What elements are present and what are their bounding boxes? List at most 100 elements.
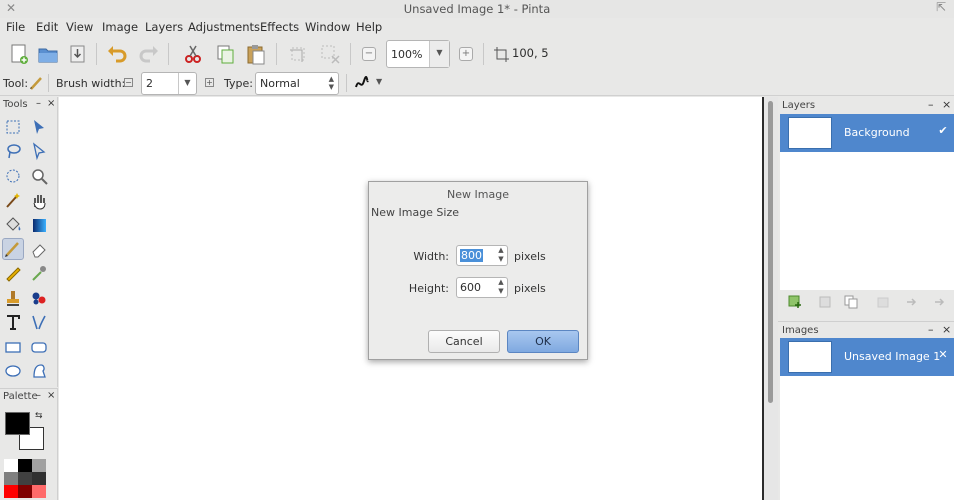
swap-colors-icon[interactable]: ⇆ bbox=[35, 411, 43, 421]
increase-width-button[interactable]: + bbox=[205, 78, 214, 87]
eraser-tool[interactable] bbox=[28, 238, 50, 260]
scrollbar-thumb[interactable] bbox=[768, 101, 773, 403]
close-icon[interactable]: × bbox=[942, 98, 951, 111]
cursor-position-icon bbox=[488, 41, 514, 67]
copy-icon[interactable] bbox=[212, 41, 238, 67]
text-tool[interactable] bbox=[2, 311, 24, 333]
paintbrush-tool[interactable] bbox=[2, 238, 24, 260]
close-icon[interactable]: × bbox=[47, 390, 55, 401]
lasso-select-tool[interactable] bbox=[2, 140, 24, 162]
palette-swatch[interactable] bbox=[4, 472, 18, 485]
vertical-scrollbar[interactable] bbox=[764, 97, 778, 500]
decrease-width-button[interactable]: − bbox=[124, 78, 133, 87]
minimize-icon[interactable]: – bbox=[928, 323, 934, 336]
merge-layer-icon[interactable] bbox=[876, 295, 890, 309]
image-thumbnail bbox=[788, 341, 832, 373]
close-icon[interactable]: × bbox=[47, 98, 55, 109]
delete-layer-icon[interactable] bbox=[818, 295, 832, 309]
zoom-in-button[interactable]: + bbox=[459, 47, 473, 61]
pan-tool[interactable] bbox=[28, 189, 50, 211]
minimize-icon[interactable]: – bbox=[36, 390, 41, 401]
paste-icon[interactable] bbox=[243, 41, 269, 67]
magic-wand-tool[interactable] bbox=[2, 189, 24, 211]
layer-row[interactable]: Background ✔ bbox=[780, 114, 954, 152]
image-row[interactable]: Unsaved Image 1 ✕ bbox=[780, 338, 954, 376]
menu-layers[interactable]: Layers bbox=[145, 20, 183, 34]
palette-swatch[interactable] bbox=[18, 472, 32, 485]
palette-swatch[interactable] bbox=[32, 472, 46, 485]
chevron-down-icon[interactable]: ▼ bbox=[429, 41, 449, 67]
freeform-shape-tool[interactable] bbox=[28, 360, 50, 382]
redo-icon[interactable] bbox=[136, 41, 162, 67]
tools-panel: Tools – × bbox=[0, 97, 58, 387]
width-spinbox[interactable]: 800 ▲ ▼ bbox=[456, 245, 508, 266]
palette-swatch[interactable] bbox=[4, 485, 18, 498]
spin-arrows-icon[interactable]: ▲ ▼ bbox=[496, 246, 506, 264]
add-layer-icon[interactable] bbox=[788, 295, 802, 309]
ellipse-select-tool[interactable] bbox=[2, 165, 24, 187]
cancel-button[interactable]: Cancel bbox=[428, 330, 500, 353]
menu-edit[interactable]: Edit bbox=[36, 20, 58, 34]
move-selection-tool[interactable] bbox=[28, 140, 50, 162]
rectangle-tool[interactable] bbox=[2, 336, 24, 358]
layers-toolbar bbox=[780, 291, 954, 313]
recolor-tool[interactable] bbox=[28, 287, 50, 309]
zoom-combo[interactable]: 100% ▼ bbox=[386, 40, 450, 68]
images-list bbox=[780, 376, 954, 500]
close-image-icon[interactable]: ✕ bbox=[936, 348, 950, 362]
color-picker-tool[interactable] bbox=[28, 262, 50, 284]
zoom-out-button[interactable]: − bbox=[362, 47, 376, 61]
new-image-icon[interactable] bbox=[6, 41, 32, 67]
height-spinbox[interactable]: 600 ▲ ▼ bbox=[456, 277, 508, 298]
open-folder-icon[interactable] bbox=[35, 41, 61, 67]
paintbrush-icon bbox=[28, 75, 44, 94]
move-layer-up-icon[interactable] bbox=[904, 295, 918, 309]
menu-file[interactable]: File bbox=[6, 20, 25, 34]
line-curve-tool[interactable] bbox=[28, 311, 50, 333]
paint-bucket-tool[interactable] bbox=[2, 214, 24, 236]
palette-swatch[interactable] bbox=[4, 459, 18, 472]
images-header: Images – × bbox=[778, 321, 954, 337]
minimize-icon[interactable]: – bbox=[928, 98, 934, 111]
maximize-window-icon[interactable]: ⇱ bbox=[936, 0, 946, 14]
palette-swatch[interactable] bbox=[18, 459, 32, 472]
antialiasing-dropdown-icon[interactable]: ▼ bbox=[376, 77, 382, 86]
ok-button[interactable]: OK bbox=[507, 330, 579, 353]
rectangle-select-tool[interactable] bbox=[2, 116, 24, 138]
type-select[interactable]: Normal ▲ ▼ bbox=[255, 72, 339, 95]
menu-effects[interactable]: Effects bbox=[260, 20, 299, 34]
menu-adjustments[interactable]: Adjustments bbox=[188, 20, 260, 34]
brush-width-combo[interactable]: 2 ▼ bbox=[141, 72, 197, 95]
ellipse-tool[interactable] bbox=[2, 360, 24, 382]
primary-color-swatch[interactable] bbox=[5, 412, 30, 435]
menu-help[interactable]: Help bbox=[356, 20, 382, 34]
height-value: 600 bbox=[460, 281, 481, 294]
menu-image[interactable]: Image bbox=[102, 20, 138, 34]
layers-list bbox=[780, 152, 954, 290]
gradient-tool[interactable] bbox=[28, 214, 50, 236]
save-icon[interactable] bbox=[64, 41, 90, 67]
tools-title: Tools bbox=[3, 99, 28, 110]
duplicate-layer-icon[interactable] bbox=[844, 295, 858, 309]
close-icon[interactable]: × bbox=[942, 323, 951, 336]
pencil-tool[interactable] bbox=[2, 262, 24, 284]
minimize-icon[interactable]: – bbox=[36, 98, 41, 109]
layer-properties-icon[interactable] bbox=[932, 295, 946, 309]
crop-to-selection-icon[interactable] bbox=[285, 41, 311, 67]
zoom-tool[interactable] bbox=[28, 165, 50, 187]
spin-arrows-icon[interactable]: ▲ ▼ bbox=[496, 278, 506, 296]
cut-icon[interactable] bbox=[180, 41, 206, 67]
menu-view[interactable]: View bbox=[66, 20, 93, 34]
palette-swatch[interactable] bbox=[32, 459, 46, 472]
layer-visibility-checkbox[interactable]: ✔ bbox=[936, 124, 950, 138]
rounded-rectangle-tool[interactable] bbox=[28, 336, 50, 358]
antialiasing-icon[interactable] bbox=[354, 75, 370, 94]
palette-swatch[interactable] bbox=[32, 485, 46, 498]
menu-window[interactable]: Window bbox=[305, 20, 350, 34]
clone-stamp-tool[interactable] bbox=[2, 287, 24, 309]
chevron-down-icon[interactable]: ▼ bbox=[178, 73, 196, 94]
deselect-icon[interactable] bbox=[317, 41, 343, 67]
move-selected-tool[interactable] bbox=[28, 116, 50, 138]
palette-swatch[interactable] bbox=[18, 485, 32, 498]
undo-icon[interactable] bbox=[104, 41, 130, 67]
